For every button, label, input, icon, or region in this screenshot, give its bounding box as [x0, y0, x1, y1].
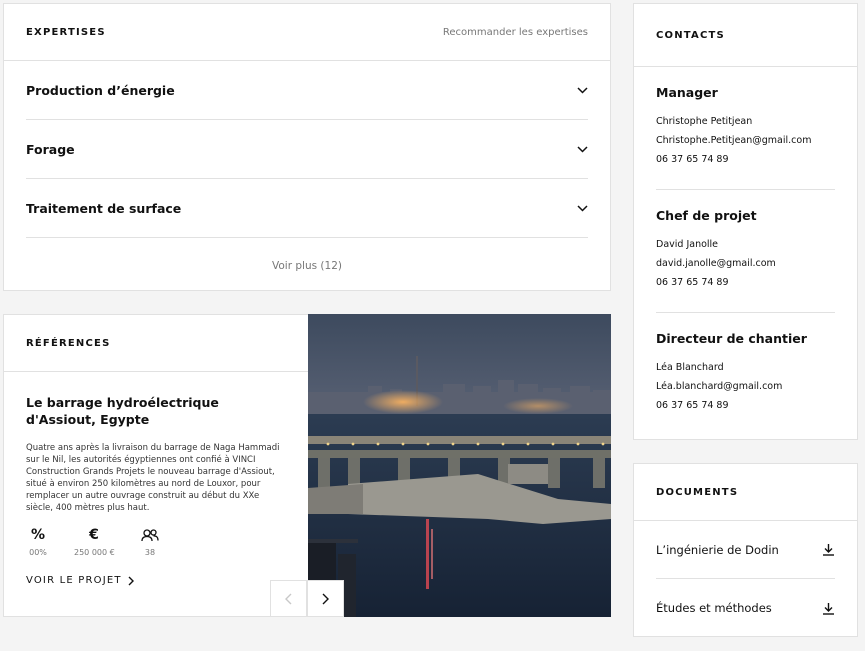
- document-item-etudes-methodes[interactable]: Études et méthodes: [656, 579, 835, 637]
- documents-title: DOCUMENTS: [656, 486, 739, 498]
- document-item-ingenierie[interactable]: L’ingénierie de Dodin: [656, 521, 835, 579]
- carousel-nav: [270, 580, 344, 617]
- view-project-link[interactable]: VOIR LE PROJET: [26, 575, 134, 586]
- contacts-header: CONTACTS: [634, 4, 857, 67]
- references-title: RÉFÉRENCES: [26, 337, 111, 349]
- contact-name: Léa Blanchard: [656, 362, 724, 373]
- document-label: L’ingénierie de Dodin: [656, 542, 779, 557]
- contacts-title: CONTACTS: [656, 29, 725, 41]
- carousel-prev-button[interactable]: [270, 580, 307, 617]
- chevron-right-icon: [322, 593, 329, 604]
- expertises-card: EXPERTISES Recommander les expertises Pr…: [3, 3, 611, 291]
- contact-phone[interactable]: 06 37 65 74 89: [656, 396, 835, 415]
- stat-value: 250 000 €: [74, 548, 115, 557]
- accordion-item-production-energie[interactable]: Production d’énergie: [26, 61, 588, 120]
- view-project-label: VOIR LE PROJET: [26, 575, 122, 586]
- chevron-down-icon[interactable]: [576, 84, 588, 96]
- document-list: L’ingénierie de Dodin Études et méthodes: [634, 521, 857, 637]
- contact-role: Chef de projet: [656, 208, 757, 223]
- recommend-expertises-link[interactable]: Recommander les expertises: [443, 27, 588, 38]
- contacts-card: CONTACTS Manager Christophe Petitjean Ch…: [633, 3, 858, 440]
- contact-role: Directeur de chantier: [656, 331, 807, 346]
- contact-directeur-chantier: Directeur de chantier Léa Blanchard Léa.…: [656, 313, 835, 435]
- accordion-item-label: Production d’énergie: [26, 82, 175, 98]
- expertises-title: EXPERTISES: [26, 26, 106, 38]
- people-icon: [138, 526, 162, 544]
- chevron-right-icon: [128, 576, 134, 585]
- stat-value: 38: [144, 548, 156, 557]
- contact-phone[interactable]: 06 37 65 74 89: [656, 273, 835, 292]
- carousel-next-button[interactable]: [307, 580, 344, 617]
- accordion-item-traitement-surface[interactable]: Traitement de surface: [26, 179, 588, 238]
- stat-budget: € 250 000 €: [74, 526, 138, 557]
- reference-project-title: Le barrage hydroélectrique d'Assiout, Eg…: [26, 395, 219, 427]
- contact-email[interactable]: david.janolle@gmail.com: [656, 254, 835, 273]
- accordion-item-label: Traitement de surface: [26, 200, 182, 216]
- document-label: Études et méthodes: [656, 601, 772, 615]
- contact-name: David Janolle: [656, 239, 719, 250]
- contact-phone[interactable]: 06 37 65 74 89: [656, 150, 835, 169]
- contact-role: Manager: [656, 85, 718, 100]
- expertises-accordion: Production d’énergie Forage Traitement d…: [4, 61, 610, 238]
- contact-email[interactable]: Léa.blanchard@gmail.com: [656, 377, 835, 396]
- references-header: RÉFÉRENCES: [4, 315, 308, 372]
- documents-header: DOCUMENTS: [634, 464, 857, 521]
- download-icon[interactable]: [822, 602, 835, 615]
- chevron-down-icon[interactable]: [576, 143, 588, 155]
- euro-icon: €: [89, 527, 99, 543]
- reference-image: [308, 314, 611, 617]
- expertises-header: EXPERTISES Recommander les expertises: [4, 4, 610, 61]
- chevron-left-icon: [285, 593, 292, 604]
- stat-value: 00%: [29, 548, 47, 557]
- download-icon[interactable]: [822, 543, 835, 556]
- documents-card: DOCUMENTS L’ingénierie de Dodin Études e…: [633, 463, 858, 637]
- references-card: RÉFÉRENCES Le barrage hydroélectrique d'…: [3, 314, 611, 617]
- reference-stats: % 00% € 250 000 € 38: [26, 526, 286, 557]
- contact-chef-de-projet: Chef de projet David Janolle david.janol…: [656, 190, 835, 313]
- accordion-item-label: Forage: [26, 141, 75, 157]
- see-more-link[interactable]: Voir plus (12): [4, 238, 610, 272]
- contact-name: Christophe Petitjean: [656, 116, 753, 127]
- chevron-down-icon[interactable]: [576, 202, 588, 214]
- reference-body: Le barrage hydroélectrique d'Assiout, Eg…: [4, 372, 308, 557]
- reference-description: Quatre ans après la livraison du barrage…: [26, 443, 280, 513]
- accordion-item-forage[interactable]: Forage: [26, 120, 588, 179]
- contact-list: Manager Christophe Petitjean Christophe.…: [634, 67, 857, 435]
- percent-icon: %: [30, 527, 46, 543]
- contact-email[interactable]: Christophe.Petitjean@gmail.com: [656, 131, 835, 150]
- reference-details: RÉFÉRENCES Le barrage hydroélectrique d'…: [4, 315, 308, 616]
- stat-people: 38: [138, 526, 194, 557]
- contact-manager: Manager Christophe Petitjean Christophe.…: [656, 67, 835, 190]
